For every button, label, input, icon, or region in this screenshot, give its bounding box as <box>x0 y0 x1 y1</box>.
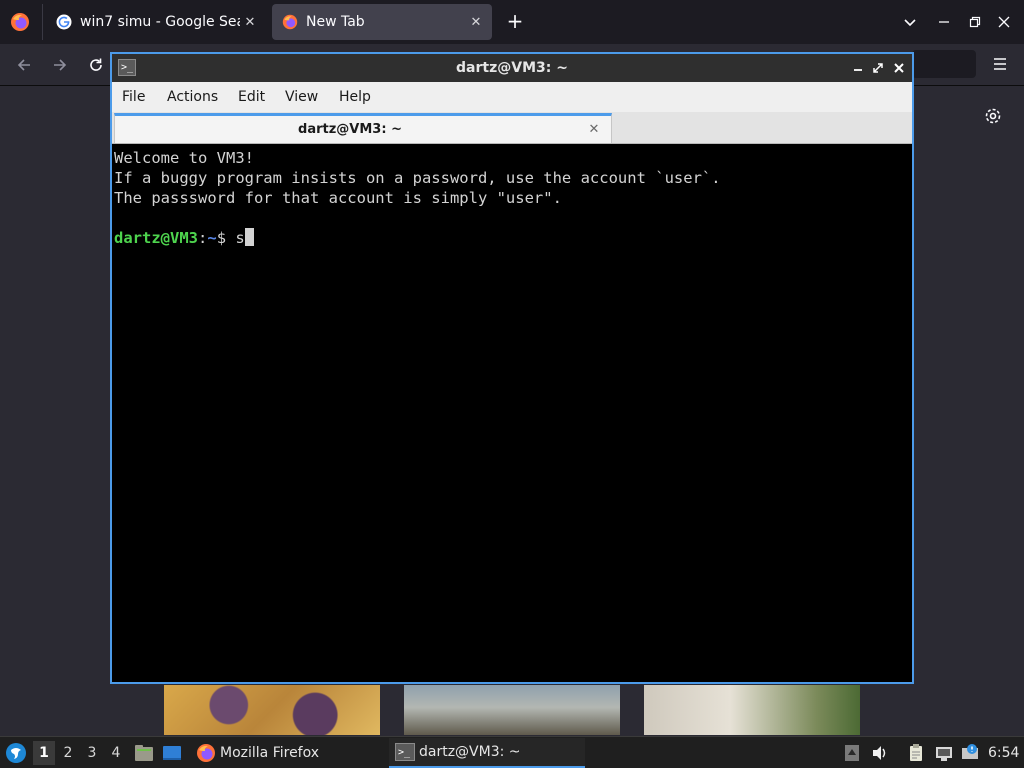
prompt-path: ~ <box>207 229 217 247</box>
typed-command: s <box>235 229 245 247</box>
top-site-thumbnail[interactable] <box>164 685 380 735</box>
tab-new-tab[interactable]: New Tab ✕ <box>272 4 492 40</box>
prompt-user: dartz@VM3 <box>114 229 198 247</box>
gear-icon[interactable] <box>981 104 1005 128</box>
show-desktop-icon[interactable] <box>161 742 183 764</box>
forward-icon[interactable] <box>48 53 72 77</box>
taskbar-item-label: Mozilla Firefox <box>220 745 320 761</box>
close-tab-icon[interactable]: ✕ <box>466 12 486 32</box>
clipboard-icon[interactable] <box>906 743 926 763</box>
taskbar-item-terminal[interactable]: >_ dartz@VM3: ~ <box>389 738 585 768</box>
workspace-4[interactable]: 4 <box>105 741 127 765</box>
menu-actions[interactable]: Actions <box>167 82 218 112</box>
prompt-separator: : <box>198 229 208 247</box>
network-icon[interactable] <box>934 743 954 763</box>
close-window-icon[interactable] <box>992 10 1016 34</box>
file-manager-icon[interactable] <box>133 742 155 764</box>
start-menu-icon[interactable] <box>5 742 27 764</box>
volume-icon[interactable] <box>870 743 890 763</box>
prompt-symbol: $ <box>216 229 236 247</box>
output-line: Welcome to VM3! <box>114 149 254 167</box>
firefox-icon <box>282 14 298 30</box>
taskbar: 1 2 3 4 Mozilla Firefox >_ dartz@VM3: ~ <box>0 736 1024 768</box>
menu-edit[interactable]: Edit <box>238 82 265 112</box>
google-icon <box>56 14 72 30</box>
terminal-tab-title: dartz@VM3: ~ <box>298 122 402 137</box>
firefox-icon <box>197 744 215 762</box>
top-site-thumbnail[interactable] <box>404 685 620 735</box>
close-tab-icon[interactable]: ✕ <box>585 120 603 138</box>
tab-title: New Tab <box>306 14 365 30</box>
update-notifier-icon[interactable] <box>960 743 980 763</box>
address-bar[interactable] <box>912 50 976 78</box>
minimize-icon[interactable] <box>848 58 868 78</box>
clock[interactable]: 6:54 <box>988 737 1019 768</box>
text-cursor <box>244 228 254 246</box>
prompt-line: dartz@VM3:~$ s <box>114 228 910 248</box>
output-line: If a buggy program insists on a password… <box>114 169 721 187</box>
taskbar-item-label: dartz@VM3: ~ <box>419 744 521 760</box>
minimize-icon[interactable] <box>932 10 956 34</box>
hamburger-menu-icon[interactable] <box>988 53 1012 75</box>
terminal-window[interactable]: >_ dartz@VM3: ~ File Actions Edit View H… <box>110 52 914 684</box>
window-title: dartz@VM3: ~ <box>456 60 568 76</box>
terminal-icon: >_ <box>395 743 415 761</box>
tab-google-search[interactable]: win7 simu - Google Search ✕ <box>46 4 266 40</box>
workspace-1[interactable]: 1 <box>33 741 55 765</box>
reload-icon[interactable] <box>84 53 108 77</box>
new-tab-button[interactable]: + <box>503 10 527 34</box>
maximize-icon[interactable] <box>868 58 888 78</box>
firefox-icon[interactable] <box>10 12 30 32</box>
terminal-tab[interactable]: dartz@VM3: ~ ✕ <box>114 113 612 143</box>
terminal-tab-bar: dartz@VM3: ~ ✕ <box>112 112 912 144</box>
taskbar-item-firefox[interactable]: Mozilla Firefox <box>190 738 380 768</box>
menu-view[interactable]: View <box>285 82 318 112</box>
browser-tab-bar: win7 simu - Google Search ✕ New Tab ✕ + <box>0 0 1024 44</box>
close-tab-icon[interactable]: ✕ <box>240 12 260 32</box>
menu-file[interactable]: File <box>122 82 145 112</box>
terminal-title-bar[interactable]: >_ dartz@VM3: ~ <box>112 54 912 82</box>
workspace-3[interactable]: 3 <box>81 741 103 765</box>
restore-icon[interactable] <box>963 10 987 34</box>
list-all-tabs-icon[interactable] <box>898 10 922 34</box>
terminal-output[interactable]: Welcome to VM3! If a buggy program insist… <box>112 146 912 682</box>
tab-separator <box>42 4 43 40</box>
close-icon[interactable] <box>889 58 909 78</box>
back-icon[interactable] <box>12 53 36 77</box>
menu-help[interactable]: Help <box>339 82 371 112</box>
scroll-up-icon[interactable] <box>842 743 862 763</box>
terminal-menu-bar: File Actions Edit View Help <box>112 82 912 112</box>
workspace-2[interactable]: 2 <box>57 741 79 765</box>
output-line: The passsword for that account is simply… <box>114 189 562 207</box>
tab-title: win7 simu - Google Search <box>80 14 240 30</box>
top-site-thumbnail[interactable] <box>644 685 860 735</box>
